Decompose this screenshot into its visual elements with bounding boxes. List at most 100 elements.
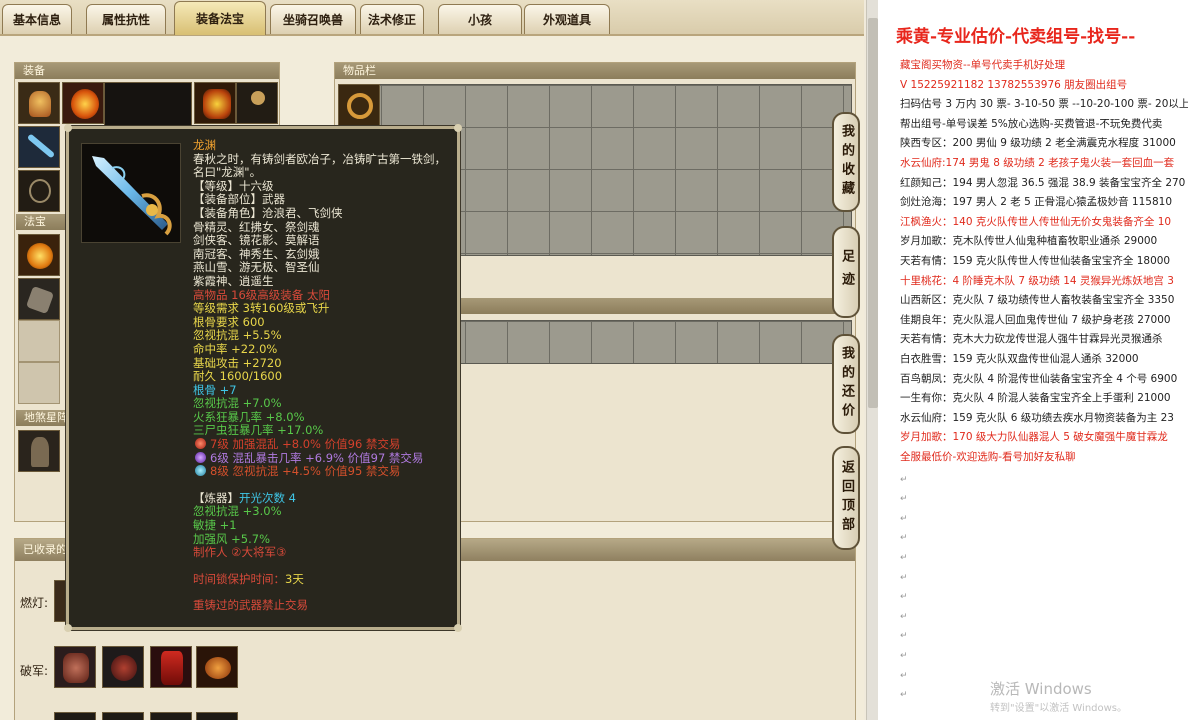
- item-green-1: 忽视抗混 +7.0%: [193, 396, 282, 411]
- protect-value: 3天: [285, 571, 304, 586]
- collected-row3-1[interactable]: [54, 712, 96, 720]
- gem-row-1: 7级 加强混乱 +8.0% 价值96 禁交易: [193, 437, 457, 452]
- fabao-slot-4[interactable]: [18, 362, 60, 404]
- equip-slot-hat[interactable]: [18, 82, 60, 124]
- equip-slot-weapon-large[interactable]: [104, 82, 192, 130]
- collected-row3-2[interactable]: [102, 712, 144, 720]
- paragraph-mark: ↵: [900, 611, 908, 622]
- paragraph-mark: ↵: [900, 474, 908, 485]
- row-label-randeng: 燃灯:: [20, 596, 49, 610]
- item-slot: 【装备部位】武器: [193, 192, 285, 207]
- item-gengu: 根骨 +7: [193, 382, 237, 397]
- maker: 制作人 ②大将军③: [193, 545, 287, 560]
- activation-watermark: 激活 Windows: [990, 680, 1092, 698]
- doc-line: 帮出组号-单号误差 5%放心选购-买费管退-不玩免费代卖: [900, 117, 1163, 130]
- item-level: 【等级】十六级: [193, 178, 274, 193]
- item-tooltip: 龙渊 春秋之时，有铸剑者欧冶子，冶铸旷古第一铁剑， 名曰"龙渊"。 【等级】十六…: [64, 124, 462, 632]
- item-desc-1: 春秋之时，有铸剑者欧冶子，冶铸旷古第一铁剑，: [193, 151, 446, 166]
- item-roles-3: 南冠客、神秀生、玄剑娥: [193, 246, 320, 261]
- collected-row3-3[interactable]: [150, 712, 192, 720]
- item-attr-3: 基础攻击 +2720: [193, 355, 282, 370]
- equip-slot-armor[interactable]: [194, 82, 236, 124]
- paragraph-mark: ↵: [900, 513, 908, 524]
- equip-slot-belt[interactable]: [236, 82, 278, 124]
- doc-line: 藏宝阁买物资--单号代卖手机好处理: [900, 59, 1066, 71]
- doc-line: 陕西专区：200 男仙 9 级功绩 2 老全满震克水程度 31000: [900, 137, 1176, 150]
- cyan-gem-icon: [195, 465, 206, 477]
- item-attr-2: 命中率 +22.0%: [193, 341, 278, 356]
- doc-line: 岁月加歌：170 级大力队仙器混人 5 破女魔强牛魔甘霖龙: [900, 431, 1168, 444]
- doc-line: 全服最低价-欢迎选购-看号加好友私聊: [900, 451, 1076, 463]
- refine-attr-3: 加强风 +5.7%: [193, 531, 271, 546]
- doc-title: 乘黄-专业估价-代卖组号-找号--: [896, 27, 1136, 47]
- activation-watermark-sub: 转到"设置"以激活 Windows。: [990, 703, 1128, 714]
- weapon-icon: [81, 143, 181, 243]
- collected-pojun-4[interactable]: [196, 646, 238, 688]
- tab-bar: 基本信息 属性抗性 装备法宝 坐骑召唤兽 法术修正 小孩 外观道具: [0, 0, 864, 36]
- equip-slot-necklace[interactable]: [62, 82, 104, 124]
- tab-basic-info[interactable]: 基本信息: [2, 4, 72, 34]
- fabao-header: 法宝: [16, 214, 66, 230]
- item-grade: 高物品 16级高级装备 太阳: [193, 287, 330, 302]
- item-roles-4: 燕山雪、游无极、智圣仙: [193, 260, 320, 275]
- inventory-header: 物品栏: [335, 63, 855, 79]
- collected-row3-4[interactable]: [196, 712, 238, 720]
- dishaxing-slot-1[interactable]: [18, 430, 60, 472]
- gem-row-3: 8级 忽视抗混 +4.5% 价值95 禁交易: [193, 464, 457, 479]
- paragraph-mark: ↵: [900, 592, 908, 603]
- item-attr-1: 忽视抗混 +5.5%: [193, 328, 282, 343]
- refine-row: 【炼器】开光次数 4: [193, 490, 457, 506]
- doc-line: 剑灶沧海：197 男人 2 老 5 正骨混心猿孟极妙音 115810: [900, 196, 1173, 209]
- gem-text-1: 7级 加强混乱 +8.0% 价值96 禁交易: [210, 437, 401, 452]
- inventory-item-1[interactable]: [338, 84, 380, 126]
- item-roles-head: 【装备角色】沧浪君、飞剑侠: [193, 205, 343, 220]
- doc-line: 红颜知己：194 男人忽混 36.5 强混 38.9 装备宝宝齐全 270: [900, 176, 1186, 189]
- item-green-3: 三尸虫狂暴几率 +17.0%: [193, 423, 324, 438]
- equip-header: 装备: [15, 63, 279, 79]
- back-to-top-button[interactable]: 返回顶部: [832, 446, 860, 550]
- page-scrollbar[interactable]: [866, 0, 878, 720]
- forbid-trade: 重铸过的武器禁止交易: [193, 598, 308, 613]
- paragraph-mark: ↵: [900, 631, 908, 642]
- item-roles-5: 紫霞神、逍遥生: [193, 273, 274, 288]
- collected-pojun-2[interactable]: [102, 646, 144, 688]
- equip-slot-weapon[interactable]: [18, 126, 60, 168]
- my-favorites-button[interactable]: 我的收藏: [832, 112, 860, 212]
- refine-attr-1: 忽视抗混 +3.0%: [193, 504, 282, 519]
- doc-line: 天若有情：克木大力砍龙传世混人强牛甘霖异光灵猴通杀: [900, 333, 1163, 346]
- item-green-2: 火系狂暴几率 +8.0%: [193, 409, 305, 424]
- fabao-slot-3[interactable]: [18, 320, 60, 362]
- gem-text-2: 6级 混乱暴击几率 +6.9% 价值97 禁交易: [210, 450, 424, 465]
- paragraph-mark: ↵: [900, 572, 908, 583]
- item-roles-1: 骨精灵、红拂女、祭剑魂: [193, 219, 320, 234]
- tab-magic[interactable]: 法术修正: [360, 4, 424, 34]
- doc-line: 水云仙府：159 克火队 6 级功绩去疾水月物资装备为主 23: [900, 411, 1174, 424]
- fabao-slot-1[interactable]: [18, 234, 60, 276]
- refine-attr-2: 敏捷 +1: [193, 518, 237, 533]
- fabao-slot-2[interactable]: [18, 278, 60, 320]
- equip-slot-shoes[interactable]: [18, 170, 60, 212]
- tab-appearance[interactable]: 外观道具: [524, 4, 610, 34]
- item-req-gengu: 根骨要求 600: [193, 314, 265, 329]
- doc-line: 一生有你：克火队 4 阶混人装备宝宝齐全上手蛋利 21000: [900, 392, 1171, 405]
- collected-pojun-3[interactable]: [150, 646, 192, 688]
- tooltip-text: 龙渊 春秋之时，有铸剑者欧冶子，冶铸旷古第一铁剑， 名曰"龙渊"。 【等级】十六…: [193, 138, 457, 613]
- tab-child[interactable]: 小孩: [438, 4, 522, 34]
- paragraph-mark: ↵: [900, 670, 908, 681]
- doc-line: 百鸟朝凤：克火队 4 阶混传世仙装备宝宝齐全 4 个号 6900: [900, 372, 1178, 385]
- my-offers-button[interactable]: 我的还价: [832, 334, 860, 434]
- tab-equipment[interactable]: 装备法宝: [174, 1, 266, 35]
- dishaxing-header: 地煞星阵: [16, 410, 66, 426]
- refine-count: 开光次数 4: [239, 490, 296, 505]
- scrollbar-thumb[interactable]: [868, 18, 878, 408]
- tab-attributes[interactable]: 属性抗性: [86, 4, 166, 34]
- red-gem-icon: [195, 438, 206, 450]
- protect-label: 时间锁保护时间：: [193, 571, 285, 586]
- footprint-button[interactable]: 足迹: [832, 226, 860, 318]
- doc-line: 十里桃花：4 阶睡克木队 7 级功绩 14 灵猴异光炼妖地宫 3: [900, 274, 1174, 287]
- paragraph-mark: ↵: [900, 690, 908, 701]
- tab-mounts[interactable]: 坐骑召唤兽: [270, 4, 356, 34]
- doc-line: V 15225921182 13782553976 朋友圈出组号: [900, 78, 1128, 91]
- collected-pojun-1[interactable]: [54, 646, 96, 688]
- gem-row-2: 6级 混乱暴击几率 +6.9% 价值97 禁交易: [193, 450, 457, 466]
